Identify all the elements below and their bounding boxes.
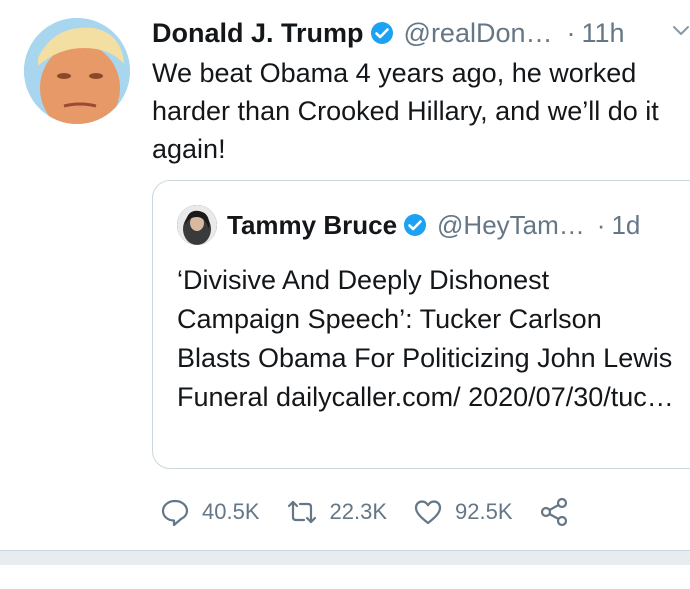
retweet-count: 22.3K bbox=[329, 499, 388, 524]
share-nodes-icon bbox=[539, 497, 569, 527]
reply-count: 40.5K bbox=[202, 499, 260, 524]
quoted-tweet-text: ‘Divisive And Deeply Dishonest Campaign … bbox=[177, 265, 674, 412]
quoted-tweet-header: Tammy Bruce @HeyTam… · 1d bbox=[227, 205, 640, 245]
verified-badge-icon bbox=[403, 213, 427, 237]
quoted-author-avatar[interactable] bbox=[177, 205, 217, 245]
like-count: 92.5K bbox=[455, 499, 513, 524]
retweet-arrows-icon bbox=[286, 497, 318, 527]
share-button[interactable] bbox=[539, 497, 569, 527]
tweet-text: We beat Obama 4 years ago, he worked har… bbox=[152, 58, 659, 164]
tweet-timestamp[interactable]: 11h bbox=[582, 18, 625, 49]
tweet-actions: 40.5K 22.3K 92.5K bbox=[160, 494, 595, 530]
feed-separator bbox=[0, 550, 690, 565]
quoted-author-handle[interactable]: @HeyTam… bbox=[437, 210, 585, 241]
tweet[interactable]: Donald J. Trump @realDon… · 11h We beat … bbox=[0, 0, 690, 550]
quoted-tweet-timestamp[interactable]: 1d bbox=[611, 210, 640, 241]
verified-badge-icon bbox=[370, 21, 394, 45]
quoted-meta-separator: · bbox=[596, 209, 606, 240]
speech-bubble-icon bbox=[160, 497, 190, 527]
quoted-author-name[interactable]: Tammy Bruce bbox=[227, 210, 397, 241]
retweet-button[interactable]: 22.3K bbox=[286, 497, 388, 527]
reply-button[interactable]: 40.5K bbox=[160, 497, 260, 527]
like-button[interactable]: 92.5K bbox=[413, 497, 513, 527]
heart-outline-icon bbox=[413, 497, 443, 527]
author-name[interactable]: Donald J. Trump bbox=[152, 18, 364, 49]
avatar-portrait bbox=[24, 18, 130, 124]
quoted-tweet-card[interactable]: Tammy Bruce @HeyTam… · 1d ‘Divisive And … bbox=[152, 180, 690, 469]
meta-separator: · bbox=[566, 17, 576, 48]
chevron-down-icon[interactable] bbox=[672, 22, 690, 40]
tweet-header: Donald J. Trump @realDon… · 11h bbox=[152, 14, 625, 52]
author-handle[interactable]: @realDon… bbox=[404, 18, 553, 49]
quoted-avatar-portrait bbox=[177, 205, 217, 245]
author-avatar[interactable] bbox=[24, 18, 130, 124]
